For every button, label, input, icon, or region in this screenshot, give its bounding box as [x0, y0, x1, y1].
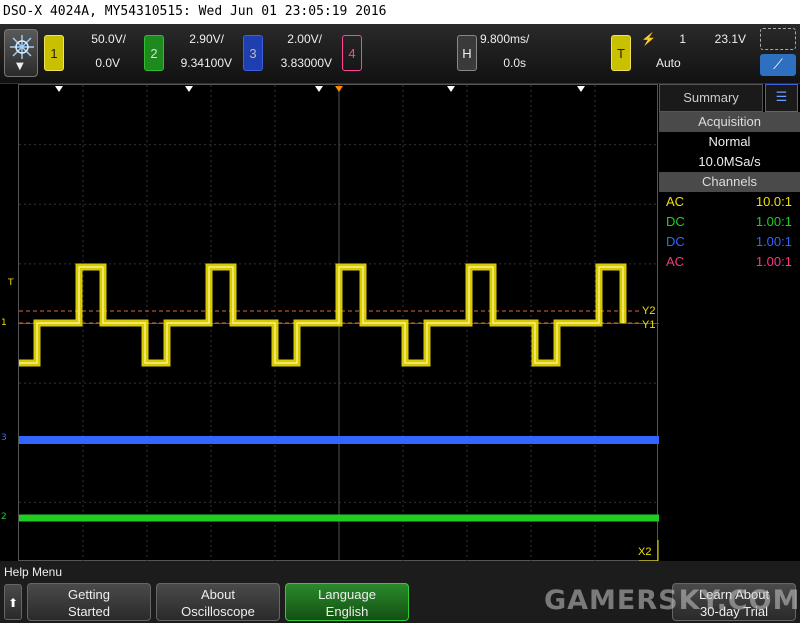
trigger-mode: Auto [656, 56, 681, 70]
channel-probe: 10.0:1 [755, 194, 792, 209]
softkey-line2: Oscilloscope [181, 604, 255, 619]
zoom-box-icon [760, 28, 796, 50]
trigger-level: 23.1V [714, 32, 746, 46]
channel-4-button[interactable]: 4 [342, 35, 362, 71]
channel-row: DC 1.00:1 [659, 232, 800, 252]
channel-coupling: AC [666, 254, 685, 269]
channel-1-button[interactable]: 1 [44, 35, 64, 71]
channel-row: DC 1.00:1 [659, 212, 800, 232]
trigger-point-icon [335, 86, 343, 92]
channel-probe: 1.00:1 [755, 254, 792, 269]
channel-coupling: DC [666, 234, 685, 249]
touch-toggle-button[interactable]: ⟋ [760, 28, 796, 78]
channels-header: Channels [659, 172, 800, 192]
cursor-y1-label[interactable]: Y1 [642, 319, 655, 331]
trigger-level-marker[interactable]: T [8, 278, 14, 288]
channel-coupling: DC [666, 214, 685, 229]
waveform-graticule[interactable] [18, 84, 659, 562]
menu-title: Help Menu [4, 565, 63, 579]
starburst-icon [10, 35, 34, 59]
time-marker-icon [185, 86, 193, 92]
time-marker-icon [315, 86, 323, 92]
channel-3-offset: 3.83000V [280, 56, 332, 70]
softkey-line2: English [325, 604, 369, 619]
side-panel: Summary ☰ Acquisition Normal 10.0MSa/s C… [659, 84, 800, 561]
horizontal-button[interactable]: H [457, 35, 477, 71]
back-arrow-button[interactable]: ⬆ [4, 584, 22, 620]
channel-2-button[interactable]: 2 [144, 35, 164, 71]
time-marker-icon [447, 86, 455, 92]
channel-3-button[interactable]: 3 [243, 35, 263, 71]
cursor-x2-label[interactable]: X2 [638, 546, 651, 558]
cursor-y2-label[interactable]: Y2 [642, 305, 655, 317]
sample-rate: 10.0MSa/s [698, 154, 761, 169]
softkey-line1: Getting [68, 587, 110, 602]
time-marker-icon [577, 86, 585, 92]
channel-1-scale: 50.0V/ [91, 32, 126, 46]
channel-1-ground-marker[interactable]: 1 [1, 318, 7, 328]
trigger-source: 1 [679, 32, 686, 46]
tab-summary[interactable]: Summary [659, 84, 763, 112]
channel-1-waveform [19, 263, 627, 367]
keysight-logo-button[interactable]: ▼ [4, 29, 38, 77]
touch-gesture-icon: ⟋ [760, 54, 796, 76]
rising-edge-icon: ⚡ [641, 32, 656, 46]
channel-coupling: AC [666, 194, 685, 209]
getting-started-softkey[interactable]: Getting Started [27, 583, 151, 621]
time-marker-icon [55, 86, 63, 92]
channel-probe: 1.00:1 [755, 234, 792, 249]
watermark: GAMERSKY.COM [544, 585, 800, 616]
timebase-value: 9.800ms/ [480, 32, 530, 46]
channel-probe: 1.00:1 [755, 214, 792, 229]
softkey-line2: Started [68, 604, 110, 619]
channel-2-scale: 2.90V/ [189, 32, 224, 46]
trigger-button[interactable]: T [611, 35, 631, 71]
channel-3-ground-marker[interactable]: 3 [1, 433, 7, 443]
channel-strip: ▼ 1 50.0V/ 0.0V 2 2.90V/ 9.34100V 3 2.00… [0, 24, 800, 84]
menu-list-icon[interactable]: ☰ [765, 84, 798, 112]
delay-value: 0.0s [503, 56, 526, 70]
channel-1-offset: 0.0V [95, 56, 120, 70]
channel-row: AC 10.0:1 [659, 192, 800, 212]
softkey-line1: Language [318, 587, 376, 602]
channel-2-ground-marker[interactable]: 2 [1, 512, 7, 522]
language-softkey[interactable]: Language English [285, 583, 409, 621]
channel-2-offset: 9.34100V [180, 56, 232, 70]
acquisition-mode: Normal [708, 134, 751, 149]
title-bar: DSO-X 4024A, MY54310515: Wed Jun 01 23:0… [0, 0, 800, 24]
about-oscilloscope-softkey[interactable]: About Oscilloscope [156, 583, 280, 621]
waveform-canvas [19, 85, 659, 562]
softkey-line1: About [201, 587, 235, 602]
chevron-down-icon: ▼ [16, 61, 24, 72]
channel-row: AC 1.00:1 [659, 252, 800, 272]
channel-3-scale: 2.00V/ [287, 32, 322, 46]
acquisition-header: Acquisition [659, 112, 800, 132]
